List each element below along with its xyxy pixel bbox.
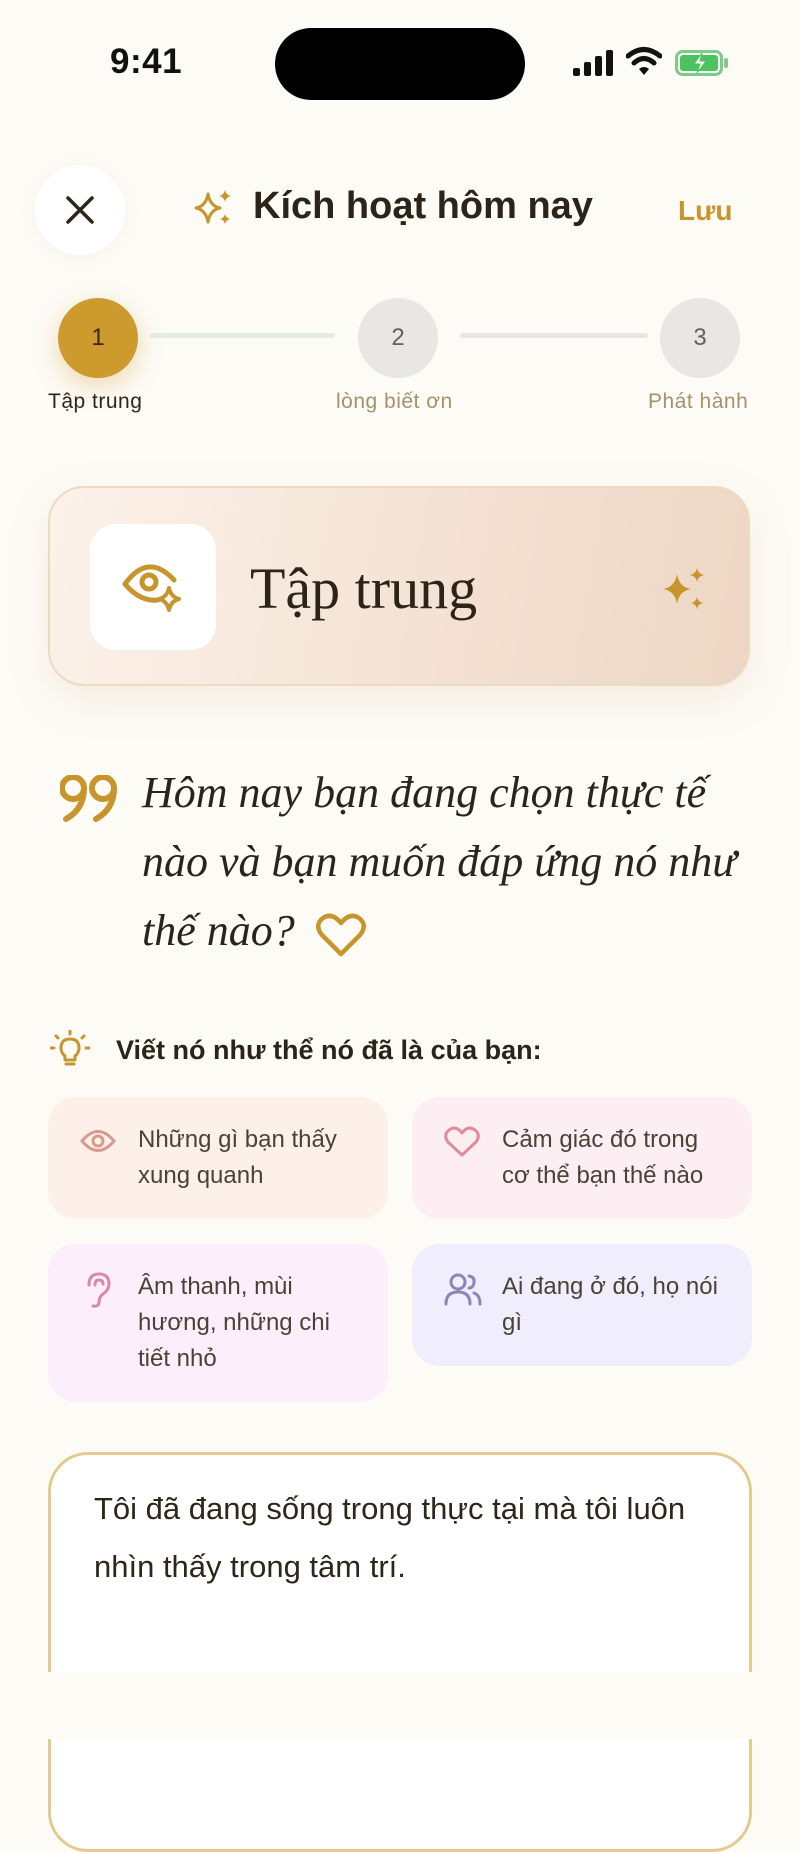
- save-button[interactable]: Lưu: [678, 195, 732, 227]
- ear-icon: [87, 1272, 111, 1308]
- close-button[interactable]: [35, 165, 125, 255]
- step-connector: [460, 333, 648, 338]
- chip-text: Những gì bạn thấy xung quanh: [138, 1126, 337, 1189]
- heart-icon: [444, 1126, 480, 1157]
- eye-sparkle-icon: [122, 564, 181, 612]
- chip-text: Âm thanh, mùi hương, những chi tiết nhỏ: [138, 1273, 330, 1372]
- quote-icon: [60, 775, 117, 822]
- dynamic-island: [275, 28, 525, 100]
- journal-entry-text: Tôi đã đang sống trong thực tại mà tôi l…: [94, 1491, 686, 1584]
- chip-text: Ai đang ở đó, họ nói gì: [502, 1273, 718, 1336]
- step-3-label: Phát hành: [648, 390, 749, 413]
- eye-icon: [80, 1130, 116, 1152]
- step-3-indicator[interactable]: 3: [660, 298, 740, 378]
- heart-icon: [315, 913, 366, 957]
- step-1-label: Tập trung: [48, 390, 143, 413]
- battery-charging-icon: [675, 50, 728, 76]
- focus-icon-tile: [90, 524, 216, 650]
- prompt-question-text: Hôm nay bạn đang chọn thực tế nào và bạn…: [142, 768, 737, 955]
- cellular-signal-icon: [573, 50, 613, 76]
- lightbulb-icon: [50, 1030, 90, 1066]
- status-time: 9:41: [110, 42, 183, 81]
- page-title: Kích hoạt hôm nay: [253, 185, 593, 227]
- prompt-question: Hôm nay bạn đang chọn thực tế nào và bạn…: [142, 758, 742, 965]
- people-icon: [444, 1273, 482, 1306]
- focus-title: Tập trung: [250, 556, 478, 621]
- wifi-icon: [626, 47, 662, 75]
- tip-label: Viết nó như thể nó đã là của bạn:: [116, 1035, 542, 1065]
- bottom-fade: [0, 1672, 800, 1739]
- sparkles-icon: [663, 568, 704, 609]
- step-2-label: lòng biết ơn: [336, 390, 453, 413]
- step-connector: [150, 333, 335, 338]
- step-1-indicator[interactable]: 1: [58, 298, 138, 378]
- sparkles-icon: [194, 190, 231, 224]
- step-2-indicator[interactable]: 2: [358, 298, 438, 378]
- chip-text: Cảm giác đó trong cơ thể bạn thế nào: [502, 1126, 704, 1189]
- close-icon: [66, 196, 94, 224]
